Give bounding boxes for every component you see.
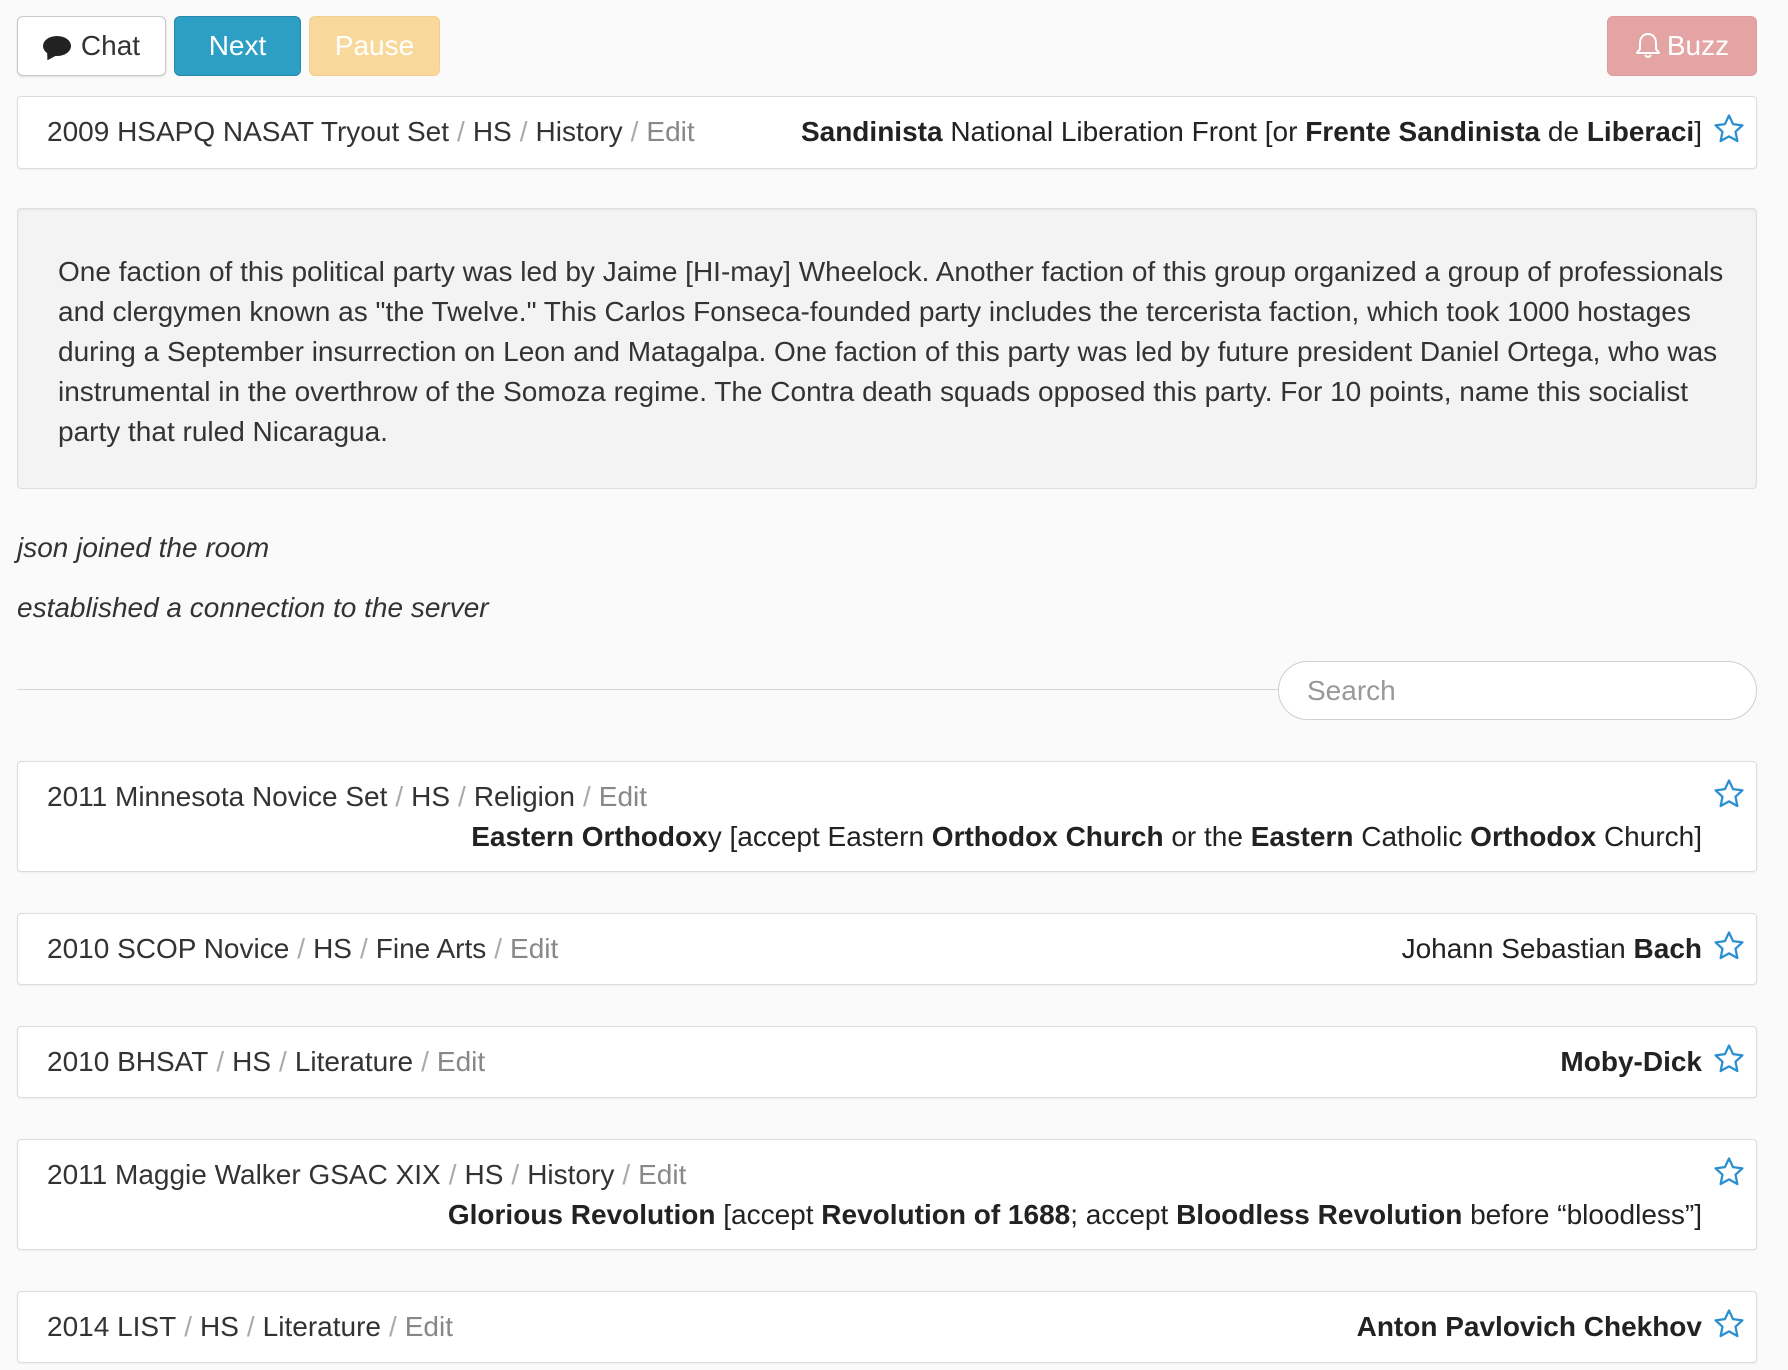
answer-part: de bbox=[1540, 116, 1587, 147]
breadcrumb-level[interactable]: HS bbox=[232, 1046, 271, 1077]
edit-link[interactable]: Edit bbox=[599, 781, 647, 812]
toolbar: Chat Next Pause Buzz bbox=[17, 16, 1757, 76]
answer-text: Glorious Revolution [accept Revolution o… bbox=[448, 1199, 1702, 1231]
search-input[interactable] bbox=[1278, 661, 1757, 720]
app-root: Chat Next Pause Buzz 2009 HSAPQ NASAT Tr… bbox=[0, 0, 1788, 1370]
answer-part: Church] bbox=[1596, 821, 1702, 852]
divider bbox=[17, 689, 1279, 690]
breadcrumb-level[interactable]: HS bbox=[465, 1159, 504, 1190]
breadcrumb-level[interactable]: HS bbox=[473, 116, 512, 147]
answer-part: Orthodox Church bbox=[931, 821, 1164, 852]
star-icon[interactable] bbox=[1712, 1307, 1746, 1341]
breadcrumb-category[interactable]: History bbox=[527, 1159, 614, 1190]
breadcrumb-tournament[interactable]: 2010 BHSAT bbox=[47, 1046, 208, 1077]
answer-part: Catholic bbox=[1353, 821, 1471, 852]
breadcrumb-category[interactable]: History bbox=[536, 116, 623, 147]
history-item: 2010 BHSAT / HS / Literature / Edit Moby-Dick bbox=[17, 1026, 1757, 1098]
breadcrumb-tournament[interactable]: 2009 HSAPQ NASAT Tryout Set bbox=[47, 116, 449, 147]
breadcrumb-level[interactable]: HS bbox=[200, 1311, 239, 1342]
answer-text: Sandinista National Liberation Front [or… bbox=[801, 116, 1702, 148]
buzz-button[interactable]: Buzz bbox=[1607, 16, 1757, 76]
breadcrumb-category[interactable]: Fine Arts bbox=[376, 933, 486, 964]
next-button[interactable]: Next bbox=[174, 16, 301, 76]
pause-button-label: Pause bbox=[334, 30, 415, 61]
buzz-button-label: Buzz bbox=[1666, 30, 1730, 61]
breadcrumb: 2011 Maggie Walker GSAC XIX / HS / History / E… bbox=[47, 1159, 687, 1190]
breadcrumb-category[interactable]: Literature bbox=[295, 1046, 413, 1077]
breadcrumb-tournament[interactable]: 2011 Maggie Walker GSAC XIX bbox=[47, 1159, 441, 1190]
answer-part: Sandinista bbox=[800, 116, 943, 147]
breadcrumb: 2011 Minnesota Novice Set / HS / Religion / Ed… bbox=[47, 781, 648, 812]
question-text: One faction of this political party was … bbox=[58, 256, 1724, 447]
chat-button[interactable]: Chat bbox=[17, 16, 166, 76]
edit-link[interactable]: Edit bbox=[646, 116, 694, 147]
edit-link[interactable]: Edit bbox=[510, 933, 558, 964]
history-item: 2011 Maggie Walker GSAC XIX / HS / History / E… bbox=[17, 1139, 1757, 1250]
answer-part: Bloodless Revolution bbox=[1176, 1199, 1463, 1230]
answer-part: y [accept Eastern bbox=[707, 821, 932, 852]
bell-icon bbox=[1635, 32, 1660, 58]
answer-part: Moby-Dick bbox=[1560, 1046, 1702, 1077]
answer-text: Eastern Orthodoxy [accept Eastern Orthod… bbox=[471, 821, 1702, 853]
log-message: json joined the room bbox=[17, 532, 270, 563]
answer-part: Anton Pavlovich Chekhov bbox=[1356, 1311, 1702, 1342]
breadcrumb-category[interactable]: Religion bbox=[474, 781, 575, 812]
edit-link[interactable]: Edit bbox=[405, 1311, 453, 1342]
edit-link[interactable]: Edit bbox=[638, 1159, 686, 1190]
answer-part: before “bloodless”] bbox=[1462, 1199, 1702, 1230]
answer-text: Anton Pavlovich Chekhov bbox=[1357, 1311, 1702, 1343]
answer-part: Eastern bbox=[1250, 821, 1354, 852]
answer-part: or the bbox=[1163, 821, 1251, 852]
answer-part: Johann Sebastian bbox=[1401, 933, 1634, 964]
breadcrumb-tournament[interactable]: 2011 Minnesota Novice Set bbox=[47, 781, 387, 812]
pause-button[interactable]: Pause bbox=[309, 16, 440, 76]
answer-part: Orthodox bbox=[1470, 821, 1597, 852]
answer-part: National Liberation Front [or bbox=[942, 116, 1306, 147]
answer-part: Frente Sandinista bbox=[1305, 116, 1541, 147]
chat-button-label: Chat bbox=[80, 30, 141, 61]
breadcrumb: 2014 LIST / HS / Literature / Edit bbox=[47, 1311, 453, 1342]
breadcrumb-level[interactable]: HS bbox=[411, 781, 450, 812]
star-icon[interactable] bbox=[1712, 112, 1746, 146]
breadcrumb-tournament[interactable]: 2010 SCOP Novice bbox=[47, 933, 289, 964]
history-item: 2011 Minnesota Novice Set / HS / Religion / Ed… bbox=[17, 761, 1757, 872]
breadcrumb: 2010 SCOP Novice / HS / Fine Arts / Edit bbox=[47, 933, 559, 964]
answer-part: Glorious Revolution bbox=[447, 1199, 716, 1230]
answer-part: [accept bbox=[715, 1199, 822, 1230]
answer-text: Moby-Dick bbox=[1560, 1046, 1702, 1078]
breadcrumb-category[interactable]: Literature bbox=[263, 1311, 381, 1342]
breadcrumb: 2010 BHSAT / HS / Literature / Edit bbox=[47, 1046, 486, 1077]
history-item: 2014 LIST / HS / Literature / Edit Anton Pavlo… bbox=[17, 1291, 1757, 1363]
chat-bubble-icon bbox=[42, 35, 71, 56]
edit-link[interactable]: Edit bbox=[437, 1046, 485, 1077]
current-question-header: 2009 HSAPQ NASAT Tryout Set / HS / History / E… bbox=[17, 96, 1757, 169]
answer-part: ] bbox=[1694, 116, 1702, 147]
star-icon[interactable] bbox=[1712, 1155, 1746, 1189]
log-message: established a connection to the server bbox=[17, 592, 489, 623]
question-well: One faction of this political party was … bbox=[17, 208, 1757, 489]
next-button-label: Next bbox=[208, 30, 267, 61]
breadcrumb-level[interactable]: HS bbox=[313, 933, 352, 964]
answer-part: ; accept bbox=[1070, 1199, 1177, 1230]
breadcrumb-tournament[interactable]: 2014 LIST bbox=[47, 1311, 176, 1342]
star-icon[interactable] bbox=[1712, 1042, 1746, 1076]
answer-text: Johann Sebastian Bach bbox=[1402, 933, 1702, 965]
breadcrumb: 2009 HSAPQ NASAT Tryout Set / HS / History / E… bbox=[47, 116, 695, 147]
answer-part: Eastern Orthodox bbox=[471, 821, 708, 852]
star-icon[interactable] bbox=[1712, 929, 1746, 963]
star-icon[interactable] bbox=[1712, 777, 1746, 811]
answer-part: Bach bbox=[1633, 933, 1702, 964]
answer-part: Revolution of 1688 bbox=[821, 1199, 1071, 1230]
answer-part: Liberaci bbox=[1586, 116, 1695, 147]
history-item: 2010 SCOP Novice / HS / Fine Arts / Edit Johan… bbox=[17, 913, 1757, 985]
